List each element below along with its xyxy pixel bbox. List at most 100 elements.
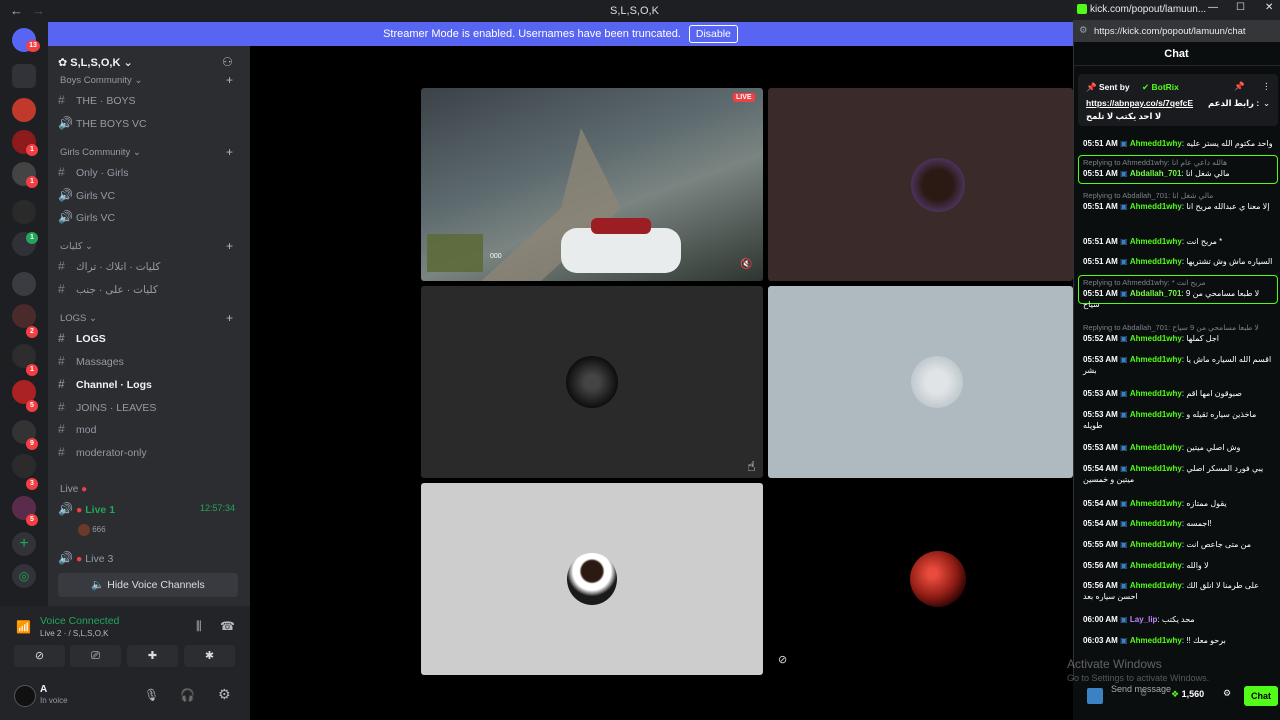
microphone-icon[interactable]: 🎙	[144, 688, 159, 702]
chat-message[interactable]: 05:51 AM ▣ Ahmedd1why: السياره ماش وش تش…	[1083, 256, 1273, 267]
chat-message[interactable]: Replying to Abdallah_701: مالي شغل انا 05…	[1083, 190, 1273, 212]
chat-message[interactable]: 05:51 AM ▣ Ahmedd1why: مريح انت *	[1083, 236, 1273, 247]
maximize-icon[interactable]: ☐	[1236, 2, 1245, 13]
pinned-link[interactable]: https://abnpay.co/s/7qefcE	[1086, 98, 1193, 108]
forward-arrow-icon[interactable]: →	[32, 3, 45, 18]
message-username[interactable]: Abdallah_701	[1130, 169, 1182, 178]
channel-clips-2[interactable]: # كليات · على · جنب	[58, 282, 158, 296]
message-username[interactable]: Ahmedd1why	[1130, 561, 1182, 570]
channel-massages[interactable]: # Massages	[58, 354, 124, 368]
chat-message[interactable]: 05:51 AM ▣ Ahmedd1why: واحد مكتوم الله ي…	[1083, 138, 1273, 149]
add-server-icon[interactable]: +	[12, 532, 36, 556]
message-username[interactable]: Ahmedd1why	[1130, 202, 1182, 211]
camera-off-button[interactable]: ⊘	[14, 645, 65, 667]
more-options-icon[interactable]: ⋮	[1262, 81, 1271, 92]
stream-tile[interactable]: LIVE 000 🔇	[421, 88, 763, 281]
channel-channel-logs[interactable]: # Channel · Logs	[58, 377, 152, 391]
headphones-icon[interactable]: 🎧	[180, 688, 195, 702]
chat-message[interactable]: Replying to Abdallah_701: لا طبعا مسامحي…	[1083, 322, 1273, 344]
channel-girls-vc[interactable]: 🔊 Girls VC	[58, 188, 115, 202]
add-channel-icon[interactable]: +	[226, 73, 233, 87]
chat-message[interactable]: 06:03 AM ▣ Ahmedd1why: !! برحو معك	[1083, 635, 1273, 646]
add-channel-icon[interactable]: +	[226, 311, 233, 325]
message-username[interactable]: Ahmedd1why	[1130, 257, 1182, 266]
server-icon[interactable]	[12, 454, 36, 478]
back-arrow-icon[interactable]: ←	[10, 3, 23, 18]
connection-signal-icon[interactable]: 📶	[16, 620, 31, 634]
noise-suppression-icon[interactable]: ⫼	[196, 619, 202, 634]
participant-tile[interactable]: ⊘	[768, 483, 1073, 675]
folder-icon[interactable]	[12, 64, 36, 88]
reply-context[interactable]: Replying to Ahmedd1why: هالله داعي عام ا…	[1083, 157, 1273, 168]
server-icon[interactable]	[12, 272, 36, 296]
reply-context[interactable]: Replying to Ahmedd1why: * مريح انت	[1083, 277, 1273, 288]
participant-tile[interactable]	[768, 286, 1073, 478]
disable-streamer-mode-button[interactable]: Disable	[688, 25, 738, 43]
category-logs[interactable]: LOGS ⌄ +	[60, 311, 233, 325]
channel-only-girls[interactable]: # Only · Girls	[58, 165, 129, 179]
message-username[interactable]: Ahmedd1why	[1130, 410, 1182, 419]
soundboard-button[interactable]: ✱	[184, 645, 235, 667]
chat-message[interactable]: 05:56 AM ▣ Ahmedd1why: لا والله	[1083, 560, 1273, 571]
channel-girls-vc-2[interactable]: 🔊 Girls VC	[58, 210, 115, 224]
reply-context[interactable]: Replying to Abdallah_701: مالي شغل انا	[1083, 190, 1273, 201]
activities-button[interactable]: ✚	[127, 645, 178, 667]
message-username[interactable]: Ahmedd1why	[1130, 519, 1182, 528]
category-girls[interactable]: Girls Community ⌄ +	[60, 145, 233, 159]
chat-message[interactable]: 05:53 AM ▣ Ahmedd1why: وش اصلي ميتين	[1083, 442, 1273, 453]
voice-channel-live-1[interactable]: 🔊 ● Live 1	[58, 502, 115, 516]
voice-channel-live-3[interactable]: 🔊 ● Live 3	[58, 551, 113, 565]
chat-settings-gear-icon[interactable]: ⚙	[1223, 688, 1231, 699]
server-icon[interactable]	[12, 200, 36, 224]
channel-the-boys-vc[interactable]: 🔊 THE BOYS VC	[58, 116, 147, 130]
message-username[interactable]: Abdallah_701	[1130, 289, 1182, 298]
channel-logs[interactable]: # LOGS	[58, 331, 106, 345]
participant-tile[interactable]	[421, 483, 763, 675]
avatar[interactable]	[14, 685, 36, 707]
pinned-message[interactable]: 📌 Sent by ✔ BotRix 📌 ⋮ ⌄ https://abnpay.…	[1078, 74, 1278, 126]
chat-message[interactable]: 06:00 AM ▣ Lay_lip: محد يكتب	[1083, 614, 1273, 625]
message-username[interactable]: Ahmedd1why	[1130, 581, 1182, 590]
category-clips[interactable]: كليات ⌄ +	[60, 239, 233, 253]
chat-message[interactable]: Replying to Ahmedd1why: * مريح انت 05:51 …	[1083, 277, 1273, 310]
chat-message[interactable]: 05:56 AM ▣ Ahmedd1why: على طرمنا لا انلق…	[1083, 580, 1273, 602]
chat-message[interactable]: 05:54 AM ▣ Ahmedd1why: يقول ممتازه	[1083, 498, 1273, 509]
add-channel-icon[interactable]: +	[226, 239, 233, 253]
voice-channel-path[interactable]: Live 2 · / S,L,S,O,K	[40, 629, 108, 638]
server-icon[interactable]	[12, 98, 36, 122]
message-username[interactable]: Ahmedd1why	[1130, 334, 1182, 343]
category-boys[interactable]: Boys Community ⌄ +	[60, 73, 233, 87]
send-chat-button[interactable]: Chat	[1244, 686, 1278, 706]
chat-message[interactable]: 05:55 AM ▣ Ahmedd1why: من متى جاعص انت	[1083, 539, 1273, 550]
add-channel-icon[interactable]: +	[226, 145, 233, 159]
category-live[interactable]: Live ●	[60, 484, 87, 495]
chat-message[interactable]: 05:53 AM ▣ Ahmedd1why: صبوقون امها اقم	[1083, 388, 1273, 399]
volume-mute-icon[interactable]: 🔇	[740, 259, 752, 270]
share-screen-button[interactable]: ⎚	[70, 645, 121, 667]
message-username[interactable]: Ahmedd1why	[1130, 355, 1182, 364]
channel-moderator-only[interactable]: # moderator-only	[58, 445, 147, 459]
browser-address-bar[interactable]: ⚙ https://kick.com/popout/lamuun/chat	[1073, 20, 1280, 42]
close-icon[interactable]: ✕	[1265, 2, 1273, 13]
unpin-icon[interactable]: 📌	[1234, 81, 1245, 92]
channel-mod[interactable]: # mod	[58, 422, 96, 436]
invite-people-icon[interactable]: ⚇	[222, 55, 233, 69]
message-username[interactable]: Ahmedd1why	[1130, 499, 1182, 508]
message-username[interactable]: Lay_lip	[1130, 615, 1158, 624]
channel-the-boys[interactable]: # THE · BOYS	[58, 93, 136, 107]
participant-tile[interactable]	[768, 88, 1073, 281]
chat-message[interactable]: Replying to Ahmedd1why: هالله داعي عام ا…	[1083, 157, 1273, 179]
participant-tile[interactable]	[421, 286, 763, 478]
chat-message[interactable]: 05:53 AM ▣ Ahmedd1why: ماخذين سياره ثقيل…	[1083, 409, 1273, 431]
emoji-icon[interactable]: ☺	[1139, 688, 1148, 698]
disconnect-icon[interactable]: ☎	[220, 619, 235, 633]
server-name[interactable]: ✿ S,L,S,O,K ⌄	[58, 56, 133, 69]
chevron-down-icon[interactable]: ⌄	[1263, 98, 1270, 109]
message-username[interactable]: Ahmedd1why	[1130, 389, 1182, 398]
voice-member[interactable]: 666	[78, 524, 106, 536]
server-icon[interactable]	[12, 304, 36, 328]
message-username[interactable]: Ahmedd1why	[1130, 139, 1182, 148]
channel-clips-1[interactable]: # كليات · اتلاك · تراك	[58, 259, 160, 273]
chat-message[interactable]: 05:54 AM ▣ Ahmedd1why: يبي فورد المسكر ا…	[1083, 463, 1273, 485]
message-username[interactable]: Ahmedd1why	[1130, 636, 1182, 645]
